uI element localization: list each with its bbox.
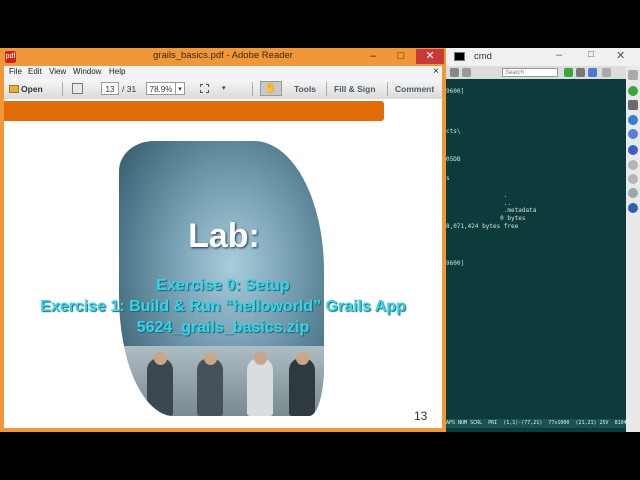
- dropdown-icon[interactable]: [576, 68, 585, 77]
- adobe-reader-window: pdf grails_basics.pdf - Adobe Reader – □…: [0, 48, 446, 432]
- cmd-status-bar: APS NUM SCRL PRI (1,1)-(77,21) 77x1000 (…: [446, 419, 627, 428]
- reader-toolbar: Open 13 / 31 78.9% ▾ ▾ ✋ Tools Fill & Si…: [4, 79, 442, 100]
- toolbar-divider: [387, 82, 388, 96]
- open-button[interactable]: Open: [9, 82, 43, 96]
- console-line: 8,071,424 bytes free: [446, 223, 519, 230]
- cmd-title-bar[interactable]: cmd – □ ✕: [446, 48, 640, 66]
- toolbar-divider: [326, 82, 327, 96]
- select-tool-icon[interactable]: [200, 84, 209, 93]
- console-line: 9600]: [446, 260, 465, 267]
- desktop-bottom-area: [0, 432, 640, 480]
- slide-exercise-1: Exercise 1: Build & Run “helloworld” Gra…: [40, 298, 406, 315]
- slide-header-bar: [4, 101, 384, 121]
- close-icon[interactable]: ✕: [416, 49, 444, 64]
- page-number-input[interactable]: 13: [101, 82, 119, 95]
- minimize-icon[interactable]: –: [360, 49, 386, 64]
- close-icon[interactable]: ✕: [616, 49, 625, 62]
- document-close-icon[interactable]: ×: [433, 66, 439, 77]
- minimize-icon[interactable]: –: [556, 49, 562, 61]
- console-line: 05DB: [446, 156, 461, 163]
- zoom-dropdown-icon[interactable]: ▾: [175, 82, 185, 95]
- slide-page-number: 13: [414, 409, 428, 423]
- camera-icon[interactable]: [628, 100, 638, 110]
- tab-icon[interactable]: [462, 68, 471, 77]
- console-line: 9600]: [446, 88, 465, 95]
- settings-icon[interactable]: [628, 145, 638, 155]
- network-icon[interactable]: [628, 115, 638, 125]
- cmd-window-title: cmd: [474, 51, 492, 62]
- zoom-input[interactable]: 78.9%: [146, 82, 176, 95]
- console-line: 0 bytes: [446, 215, 526, 222]
- reader-title-bar[interactable]: pdf grails_basics.pdf - Adobe Reader – □…: [0, 48, 446, 66]
- console-output[interactable]: 9600] cts\ 05DB s . .. .metadata 0 bytes…: [446, 80, 626, 420]
- menu-icon[interactable]: [450, 68, 459, 77]
- hand-tool-icon[interactable]: ✋: [260, 81, 282, 96]
- console-line: ..: [446, 200, 512, 207]
- console-line: .: [446, 192, 508, 199]
- console-app-icon: [454, 52, 465, 61]
- settings-icon[interactable]: [602, 68, 611, 77]
- console-line: cts\: [446, 128, 461, 135]
- toolbar-divider: [252, 82, 253, 96]
- slide-zip-file: 5624_grails_basics.zip: [136, 319, 310, 336]
- globe-icon[interactable]: [628, 129, 638, 139]
- menu-help[interactable]: Help: [109, 67, 125, 76]
- menu-view[interactable]: View: [49, 67, 66, 76]
- launcher-sidebar: [626, 66, 640, 432]
- page-total: / 31: [122, 84, 137, 94]
- comment-button[interactable]: Comment: [395, 82, 434, 96]
- tools-button[interactable]: Tools: [294, 82, 316, 96]
- console-line: .metadata: [446, 207, 537, 214]
- toolbar-divider: [62, 82, 63, 96]
- new-console-icon[interactable]: [564, 68, 573, 77]
- cmd-toolbar: Search: [446, 66, 626, 79]
- window-icon[interactable]: [588, 68, 597, 77]
- maximize-icon[interactable]: □: [388, 49, 414, 64]
- select-tool-dropdown-icon[interactable]: ▾: [222, 82, 226, 96]
- compass-icon[interactable]: [628, 203, 638, 213]
- save-icon[interactable]: [72, 83, 83, 94]
- people-photo: [119, 346, 324, 416]
- app-icon[interactable]: [628, 86, 638, 96]
- reader-menu-bar: File Edit View Window Help ×: [4, 66, 442, 79]
- fill-sign-button[interactable]: Fill & Sign: [334, 82, 376, 96]
- search-input[interactable]: Search: [502, 68, 558, 77]
- console-line: s: [446, 175, 450, 182]
- stop-icon[interactable]: [628, 174, 638, 184]
- menu-window[interactable]: Window: [73, 67, 101, 76]
- slide-exercise-0: Exercise 0: Setup: [156, 277, 290, 294]
- search-icon[interactable]: [628, 188, 638, 198]
- maximize-icon[interactable]: □: [588, 49, 594, 60]
- scroll-up-icon[interactable]: [628, 70, 638, 80]
- info-icon[interactable]: [628, 160, 638, 170]
- cmd-window: cmd – □ ✕ Search 9600] cts\ 05DB s . .. …: [446, 48, 640, 432]
- menu-file[interactable]: File: [9, 67, 22, 76]
- document-view[interactable]: Lab: Exercise 0: Setup Exercise 1: Build…: [4, 99, 442, 428]
- menu-edit[interactable]: Edit: [28, 67, 42, 76]
- slide-title: Lab:: [188, 217, 260, 255]
